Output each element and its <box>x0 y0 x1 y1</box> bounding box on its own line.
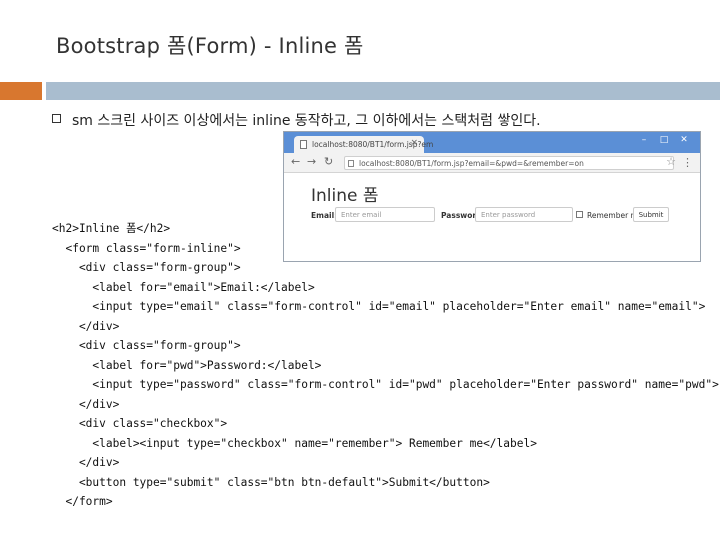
address-text: localhost:8080/BT1/form.jsp?email=&pwd=&… <box>359 159 584 168</box>
code-line: <label><input type="checkbox" name="reme… <box>52 436 537 450</box>
close-window-icon[interactable]: ✕ <box>674 135 694 145</box>
accent-bar-blue <box>46 82 720 100</box>
code-line: </div> <box>52 319 120 333</box>
code-line: <button type="submit" class="btn btn-def… <box>52 475 490 489</box>
code-line: <input type="password" class="form-contr… <box>52 378 719 391</box>
code-line: <h2>Inline 폼</h2> <box>52 222 171 235</box>
code-line: <div class="checkbox"> <box>52 417 228 430</box>
code-line: <label for="email">Email:</label> <box>52 280 315 294</box>
reload-icon[interactable]: ↻ <box>324 156 333 168</box>
page-icon <box>300 140 307 149</box>
code-line: </div> <box>52 397 120 411</box>
code-block: <h2>Inline 폼</h2> <form class="form-inli… <box>52 219 719 512</box>
bullet-square-icon <box>52 114 61 123</box>
minimize-icon[interactable]: – <box>634 135 654 145</box>
back-icon[interactable]: ← <box>291 156 300 168</box>
slide-title: Bootstrap 폼(Form) - Inline 폼 <box>56 34 364 58</box>
browser-tab[interactable]: localhost:8080/BT1/form.jsp?em × <box>294 136 433 153</box>
code-line: <form class="form-inline"> <box>52 241 241 255</box>
accent-bar-orange <box>0 82 42 100</box>
remember-checkbox[interactable] <box>576 211 583 218</box>
menu-icon[interactable]: ⋮ <box>682 156 693 169</box>
bullet-text: sm 스크린 사이즈 이상에서는 inline 동작하고, 그 이하에서는 스택… <box>72 113 541 129</box>
code-line: <input type="email" class="form-control"… <box>52 300 706 313</box>
code-line: <div class="form-group"> <box>52 261 241 274</box>
maximize-icon[interactable]: □ <box>654 135 674 145</box>
browser-tabbar: localhost:8080/BT1/form.jsp?em × – □ ✕ <box>284 132 700 153</box>
code-line: <div class="form-group"> <box>52 339 241 352</box>
bookmark-star-icon[interactable]: ☆ <box>666 155 676 168</box>
browser-toolbar: ← → ↻ localhost:8080/BT1/form.jsp?email=… <box>284 153 700 173</box>
close-tab-icon[interactable]: × <box>410 138 418 148</box>
code-line: </form> <box>52 495 113 508</box>
forward-icon[interactable]: → <box>307 156 316 168</box>
page-heading: Inline 폼 <box>311 186 379 206</box>
code-line: </div> <box>52 456 120 469</box>
code-line: <label for="pwd">Password:</label> <box>52 358 322 372</box>
address-bar[interactable]: localhost:8080/BT1/form.jsp?email=&pwd=&… <box>344 156 674 170</box>
window-controls: – □ ✕ <box>634 135 694 145</box>
page-info-icon <box>348 160 354 167</box>
